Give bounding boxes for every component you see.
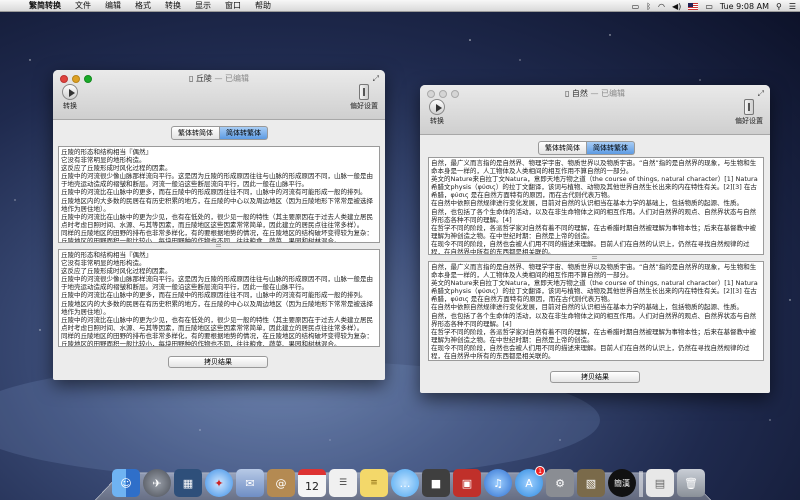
- split-view-divider[interactable]: [592, 256, 597, 259]
- input-source-flag-icon[interactable]: [688, 2, 699, 10]
- conversion-mode-segmented-control: 繁体转简体 简体转繁体: [538, 141, 635, 155]
- finder-icon[interactable]: ☺: [112, 469, 140, 497]
- reminders-icon[interactable]: ☰: [329, 469, 357, 497]
- tab-simplified-to-traditional[interactable]: 简体转繁体: [220, 126, 268, 140]
- window-title: ▯ 丘陵 — 已编辑: [188, 74, 250, 83]
- window-left: ▯ 丘陵 — 已编辑 ⤢ 转换 偏好设置 繁体转简体 简体转繁体 丘陵的形态和结…: [53, 70, 385, 380]
- source-text-area[interactable]: 丘陵的形态和结构相当『偶然』 它没有非常明显的地形构造。 这反应了丘陵形成时风化…: [58, 146, 380, 243]
- launchpad-icon[interactable]: ✈: [143, 469, 171, 497]
- converter-app-icon[interactable]: 簡漢: [608, 469, 636, 497]
- menu-convert[interactable]: 转换: [158, 0, 188, 11]
- menu-view[interactable]: 显示: [188, 0, 218, 11]
- mission-control-icon[interactable]: ▦: [174, 469, 202, 497]
- preferences-button[interactable]: 偏好设置: [349, 84, 379, 111]
- bluetooth-icon[interactable]: ᛒ: [646, 2, 651, 11]
- preview-icon[interactable]: ▧: [577, 469, 605, 497]
- preferences-button[interactable]: 偏好设置: [734, 99, 764, 126]
- app-store-badge: 1: [535, 466, 545, 476]
- itunes-icon[interactable]: ♫: [484, 469, 512, 497]
- calendar-day: 12: [305, 479, 319, 493]
- copy-result-button[interactable]: 拷贝结果: [168, 356, 268, 368]
- menu-help[interactable]: 帮助: [248, 0, 278, 11]
- source-text-area[interactable]: 自然，最广义而言指的是自然界、物理学宇宙、物质世界以及物质宇宙。“自然”指的是自…: [428, 157, 764, 255]
- play-icon: [429, 99, 445, 115]
- airplay-icon[interactable]: ▭: [632, 2, 640, 11]
- convert-button[interactable]: 转换: [59, 84, 81, 111]
- result-text-area[interactable]: 自然，最广义而言指的是自然界、物理学宇宙、物质世界以及物质宇宙。“自然”指的是自…: [428, 261, 764, 361]
- volume-icon[interactable]: ◀): [672, 2, 681, 11]
- tab-traditional-to-simplified[interactable]: 繁体转简体: [538, 141, 587, 155]
- window-title: ▯ 自然 — 已编辑: [564, 89, 626, 98]
- switch-icon: [744, 99, 754, 115]
- notes-icon[interactable]: ≡: [360, 469, 388, 497]
- result-text-area[interactable]: 丘陵的形态和结构相当『偶然』 它没有非常明显的地形构造。 这反应了丘陵形成时风化…: [58, 249, 380, 347]
- wifi-icon[interactable]: ◠: [658, 2, 665, 11]
- menu-app-name[interactable]: 繁简转换: [22, 0, 68, 11]
- facetime-icon[interactable]: ■: [422, 469, 450, 497]
- switch-icon: [359, 84, 369, 100]
- trash-icon[interactable]: 🗑: [677, 469, 705, 497]
- menu-bar: 繁简转换 文件 编辑 格式 转换 显示 窗口 帮助 ▭ ᛒ ◠ ◀) ▭ Tue…: [0, 0, 800, 12]
- document-icon: ▯: [188, 74, 194, 83]
- safari-icon[interactable]: ✦: [205, 469, 233, 497]
- fullscreen-icon[interactable]: ⤢: [373, 74, 379, 84]
- fullscreen-icon[interactable]: ⤢: [758, 89, 764, 99]
- messages-icon[interactable]: …: [391, 469, 419, 497]
- menubar-clock[interactable]: Tue 9:08 AM: [720, 2, 769, 11]
- document-icon[interactable]: ▤: [646, 469, 674, 497]
- converter-app-glyphs: 簡漢: [614, 478, 630, 488]
- play-icon: [62, 84, 78, 100]
- calendar-icon[interactable]: 12: [298, 469, 326, 497]
- window-left-toolbar: ▯ 丘陵 — 已编辑 ⤢ 转换 偏好设置: [53, 70, 385, 120]
- convert-button[interactable]: 转换: [426, 99, 448, 126]
- window-right-toolbar: ▯ 自然 — 已编辑 ⤢ 转换 偏好设置: [420, 85, 770, 135]
- mail-icon[interactable]: ✉: [236, 469, 264, 497]
- copy-result-button[interactable]: 拷贝结果: [550, 371, 640, 383]
- system-preferences-icon[interactable]: ⚙: [546, 469, 574, 497]
- document-icon: ▯: [564, 89, 570, 98]
- conversion-mode-segmented-control: 繁体转简体 简体转繁体: [171, 126, 268, 140]
- menu-format[interactable]: 格式: [128, 0, 158, 11]
- dock: ☺ ✈ ▦ ✦ ✉ @ 12 ☰ ≡ … ■ ▣ ♫ A 1 ⚙ ▧ 簡漢 ▤ …: [112, 461, 705, 497]
- spotlight-search-icon[interactable]: ⚲: [776, 2, 782, 11]
- tab-traditional-to-simplified[interactable]: 繁体转简体: [171, 126, 220, 140]
- app-store-icon[interactable]: A 1: [515, 466, 545, 497]
- tab-simplified-to-traditional[interactable]: 简体转繁体: [587, 141, 635, 155]
- contacts-icon[interactable]: @: [267, 469, 295, 497]
- battery-icon[interactable]: ▭: [705, 2, 713, 11]
- split-view-divider[interactable]: [216, 244, 221, 247]
- photo-booth-icon[interactable]: ▣: [453, 469, 481, 497]
- dock-separator: [639, 471, 643, 497]
- window-right: ▯ 自然 — 已编辑 ⤢ 转换 偏好设置 繁体转简体 简体转繁体 自然，最广义而…: [420, 85, 770, 393]
- menu-window[interactable]: 窗口: [218, 0, 248, 11]
- menu-edit[interactable]: 编辑: [98, 0, 128, 11]
- menu-file[interactable]: 文件: [68, 0, 98, 11]
- notification-center-icon[interactable]: ☰: [789, 2, 796, 11]
